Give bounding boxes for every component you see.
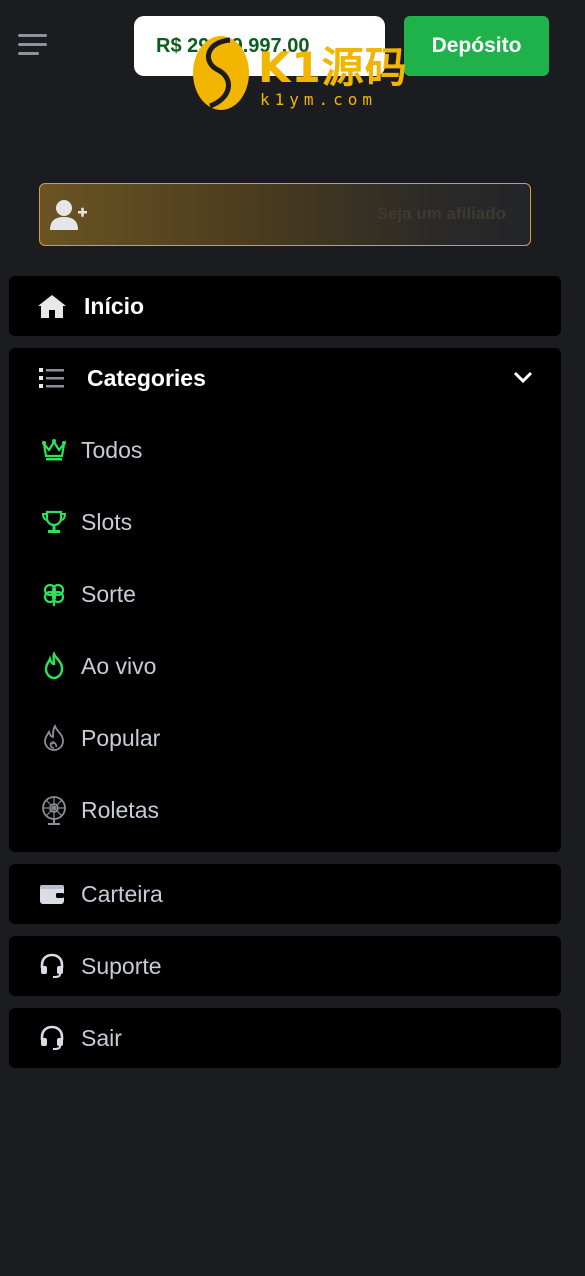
trophy-icon xyxy=(39,507,69,537)
menu-item-logout[interactable]: Sair xyxy=(9,1008,561,1068)
balance-value: R$ 29999.997,00 xyxy=(156,34,310,57)
menu-card-support: Suporte xyxy=(9,936,561,996)
crown-icon xyxy=(39,435,69,465)
affiliate-banner[interactable]: Seja um afiliado xyxy=(39,183,531,246)
add-user-icon xyxy=(50,200,87,230)
affiliate-label: Seja um afiliado xyxy=(376,204,506,223)
side-menu-page: R$ 29999.997,00 Depósito K1源码 k1ym.com S… xyxy=(0,0,585,1276)
menu-card-wallet: Carteira xyxy=(9,864,561,924)
clover-icon xyxy=(39,579,69,609)
menu-item-wallet-label: Carteira xyxy=(81,881,163,907)
chevron-down-icon[interactable] xyxy=(513,370,533,384)
deposit-button[interactable]: Depósito xyxy=(404,16,549,76)
category-item-label: Todos xyxy=(81,437,143,463)
balance-display: R$ 29999.997,00 xyxy=(134,16,385,76)
fire-icon xyxy=(39,651,69,681)
menu-card-home: Início xyxy=(9,276,561,336)
menu-item-home-label: Início xyxy=(84,293,145,319)
category-item-ao-vivo[interactable]: Ao vivo xyxy=(9,636,561,696)
category-item-label: Slots xyxy=(81,509,133,535)
flame-icon xyxy=(39,723,69,753)
menu-item-support-label: Suporte xyxy=(81,953,162,979)
menu-item-support[interactable]: Suporte xyxy=(9,936,561,996)
category-item-label: Popular xyxy=(81,725,161,751)
categories-label: Categories xyxy=(87,365,206,391)
menu-item-wallet[interactable]: Carteira xyxy=(9,864,561,924)
menu-item-logout-label: Sair xyxy=(81,1025,122,1051)
home-icon xyxy=(37,291,67,321)
category-item-todos[interactable]: Todos xyxy=(9,420,561,480)
menu-card-logout: Sair xyxy=(9,1008,561,1068)
category-item-slots[interactable]: Slots xyxy=(9,492,561,552)
category-item-label: Sorte xyxy=(81,581,136,607)
menu-item-home[interactable]: Início xyxy=(9,276,561,336)
headset-icon xyxy=(37,951,67,981)
list-icon xyxy=(37,363,67,393)
category-item-popular[interactable]: Popular xyxy=(9,708,561,768)
watermark-url: k1ym.com xyxy=(260,90,378,109)
roulette-icon xyxy=(39,795,69,825)
category-item-label: Ao vivo xyxy=(81,653,157,679)
menu-card-categories: Categories Todos Slots Sorte Ao vivo Pop… xyxy=(9,348,561,852)
category-item-roletas[interactable]: Roletas xyxy=(9,780,561,840)
headset-icon xyxy=(37,1023,67,1053)
hamburger-menu-icon[interactable] xyxy=(14,28,50,62)
wallet-icon xyxy=(37,879,67,909)
categories-toggle[interactable]: Categories xyxy=(9,348,561,408)
category-item-sorte[interactable]: Sorte xyxy=(9,564,561,624)
category-item-label: Roletas xyxy=(81,797,159,823)
